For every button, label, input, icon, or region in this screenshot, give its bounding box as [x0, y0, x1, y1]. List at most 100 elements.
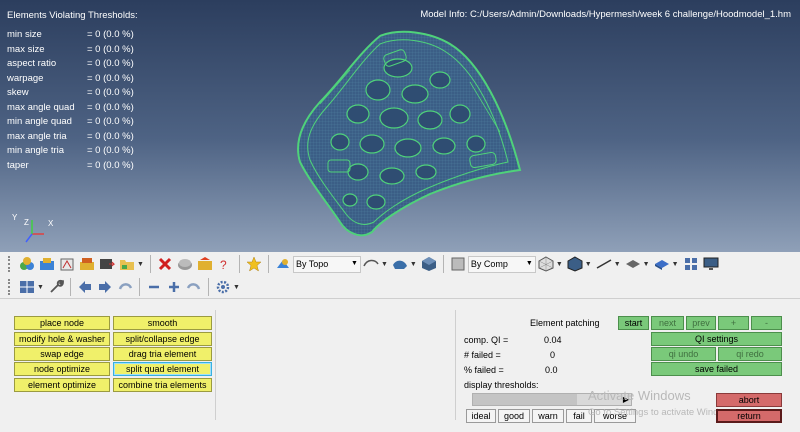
- toolbar-row-1: ▼ ? By Topo ▼ ▼ ▼ By Comp ▼ ▼ ▼ ▼ ▼ ▼: [0, 253, 721, 275]
- plane-display-icon[interactable]: [624, 255, 642, 273]
- undo-icon[interactable]: [116, 278, 134, 296]
- threshold-row: aspect ratio = 0 (0.0 %): [7, 58, 134, 69]
- threshold-warn-button[interactable]: warn: [532, 409, 564, 423]
- return-button[interactable]: return: [716, 409, 782, 423]
- chevron-down-icon[interactable]: ▼: [137, 261, 144, 268]
- node-optimize-button[interactable]: node optimize: [14, 362, 110, 376]
- threshold-row: max angle quad = 0 (0.0 %): [7, 101, 134, 113]
- delete-icon[interactable]: [156, 255, 174, 273]
- monitor-icon[interactable]: [702, 255, 720, 273]
- settings-gear-icon[interactable]: [214, 278, 232, 296]
- unmask-icon[interactable]: [196, 255, 214, 273]
- window-layout-icon[interactable]: [18, 278, 36, 296]
- chevron-down-icon[interactable]: ▼: [585, 261, 592, 268]
- chevron-down-icon[interactable]: ▼: [614, 261, 621, 268]
- wireframe-cube-icon[interactable]: [537, 255, 555, 273]
- split-quad-element-button[interactable]: split quad element: [113, 362, 212, 376]
- minus-icon[interactable]: [145, 278, 163, 296]
- find-icon[interactable]: ?: [216, 255, 234, 273]
- color-mode-select[interactable]: By Topo ▼: [292, 255, 361, 273]
- toolbar-separator: [267, 255, 269, 273]
- activate-windows-watermark: Activate Windows: [588, 388, 691, 403]
- color-by-comp-icon[interactable]: [449, 255, 467, 273]
- prev-button[interactable]: prev: [686, 316, 716, 330]
- hood-mesh-model[interactable]: [280, 22, 530, 247]
- arrow-right-icon[interactable]: [96, 278, 114, 296]
- display-folder-icon[interactable]: [118, 255, 136, 273]
- threshold-row: skew = 0 (0.0 %): [7, 87, 134, 98]
- next-button[interactable]: next: [651, 316, 684, 330]
- toolbar-row-2: ▼ ▼: [0, 276, 242, 298]
- qi-redo-button[interactable]: qi redo: [718, 347, 782, 361]
- smooth-button[interactable]: smooth: [113, 316, 212, 330]
- display-surfaces-icon[interactable]: [78, 255, 96, 273]
- combine-tria-elements-button[interactable]: combine tria elements: [113, 378, 212, 392]
- threshold-row: min angle quad = 0 (0.0 %): [7, 116, 134, 127]
- start-button[interactable]: start: [618, 316, 649, 330]
- toolbar-separator: [238, 255, 240, 273]
- toolbar-separator: [207, 278, 209, 296]
- svg-text:?: ?: [220, 258, 227, 272]
- failed-count-value: 0: [550, 350, 556, 360]
- threshold-row: max size = 0 (0.0 %): [7, 43, 134, 55]
- chevron-down-icon[interactable]: ▼: [556, 261, 563, 268]
- display-elements-icon[interactable]: [58, 255, 76, 273]
- shaded-cube-icon[interactable]: [420, 255, 438, 273]
- save-failed-button[interactable]: save failed: [651, 362, 782, 376]
- minus-button[interactable]: -: [751, 316, 782, 330]
- threshold-row: max angle tria = 0 (0.0 %): [7, 130, 134, 142]
- solid-display-icon[interactable]: [653, 255, 671, 273]
- line-display-icon[interactable]: [595, 255, 613, 273]
- star-icon[interactable]: [245, 255, 263, 273]
- comp-qi-value: 0.04: [544, 335, 562, 345]
- swap-edge-button[interactable]: swap edge: [14, 347, 110, 361]
- toolbar-grip[interactable]: [8, 256, 14, 272]
- plus-button[interactable]: +: [718, 316, 749, 330]
- chevron-down-icon[interactable]: ▼: [643, 261, 650, 268]
- toolbar-separator: [442, 255, 444, 273]
- element-optimize-button[interactable]: element optimize: [14, 378, 110, 392]
- display-all-icon[interactable]: [18, 255, 36, 273]
- place-node-button[interactable]: place node: [14, 316, 110, 330]
- color-by-topo-icon[interactable]: [274, 255, 292, 273]
- chevron-down-icon[interactable]: ▼: [410, 261, 417, 268]
- graphics-viewport[interactable]: Elements Violating Thresholds: Model Inf…: [0, 0, 800, 252]
- drag-tria-element-button[interactable]: drag tria element: [113, 347, 212, 361]
- toolbar-grip[interactable]: [8, 279, 14, 295]
- split-collapse-edge-button[interactable]: split/collapse edge: [113, 332, 212, 346]
- axis-y-label: Y: [12, 213, 18, 222]
- element-color-select[interactable]: By Comp ▼: [467, 255, 536, 273]
- abort-button[interactable]: abort: [716, 393, 782, 407]
- geometry-display-icon[interactable]: [362, 255, 380, 273]
- display-loads-icon[interactable]: [98, 255, 116, 273]
- mask-icon[interactable]: [176, 255, 194, 273]
- toolbar: ▼ ? By Topo▼ ▼ ▼ By Comp▼ ▼ ▼ ▼ ▼ ▼ ▼: [0, 252, 800, 298]
- surface-shaded-icon[interactable]: [391, 255, 409, 273]
- axis-x-label: X: [48, 219, 54, 228]
- qi-settings-button[interactable]: QI settings: [651, 332, 782, 346]
- shaded-mesh-cube-icon[interactable]: [566, 255, 584, 273]
- chevron-down-icon[interactable]: ▼: [233, 284, 240, 291]
- modify-hole-washer-button[interactable]: modify hole & washer: [14, 332, 110, 346]
- redo-icon[interactable]: [185, 278, 203, 296]
- threshold-ideal-button[interactable]: ideal: [466, 409, 496, 423]
- panel-divider: [455, 310, 456, 420]
- chevron-down-icon[interactable]: ▼: [37, 284, 44, 291]
- grid-layout-icon[interactable]: [682, 255, 700, 273]
- toolbar-separator: [138, 278, 140, 296]
- plus-icon[interactable]: [165, 278, 183, 296]
- arrow-left-icon[interactable]: [76, 278, 94, 296]
- threshold-row: taper = 0 (0.0 %): [7, 159, 134, 171]
- chevron-down-icon[interactable]: ▼: [672, 261, 679, 268]
- panel-divider: [215, 310, 216, 420]
- qi-undo-button[interactable]: qi undo: [651, 347, 716, 361]
- axis-triad-icon: Y Z X: [12, 213, 54, 243]
- wrench-icon[interactable]: [47, 278, 65, 296]
- display-thresholds-label: display thresholds:: [464, 380, 539, 390]
- threshold-good-button[interactable]: good: [498, 409, 530, 423]
- failed-percent-value: 0.0: [545, 365, 558, 375]
- slider-thumb[interactable]: [473, 394, 577, 405]
- chevron-down-icon[interactable]: ▼: [381, 261, 388, 268]
- display-components-icon[interactable]: [38, 255, 56, 273]
- comp-qi-label: comp. QI =: [464, 335, 509, 345]
